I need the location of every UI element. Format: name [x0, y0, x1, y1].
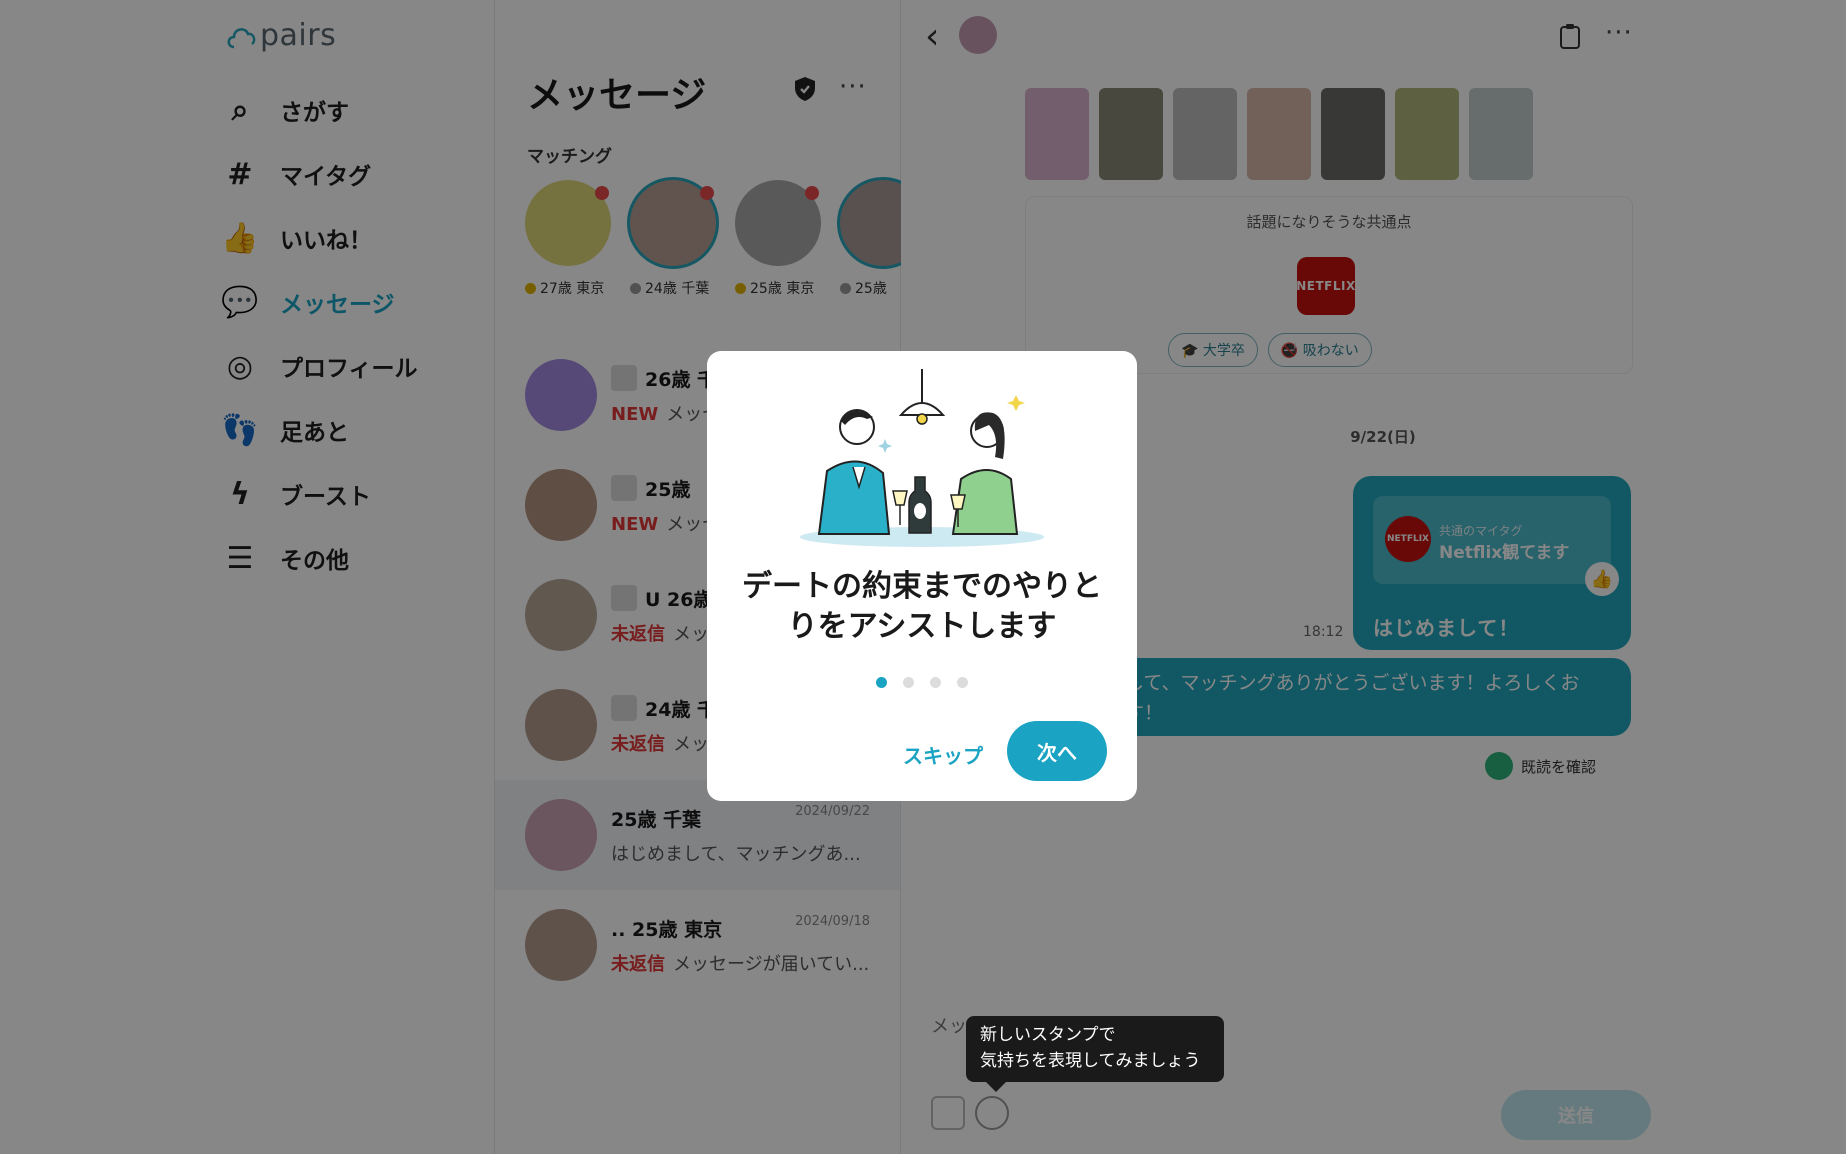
- app-root: pairs ⌕ さがす # マイタグ 👍 いいね！ 💬 メッセージ ◎ プロフィール 👣 足あと ϟ ブー…: [0, 0, 1846, 1154]
- pagination-dot[interactable]: [957, 677, 968, 688]
- tooltip-line-2: 気持ちを表現してみましょう: [980, 1051, 1201, 1071]
- tooltip-line-1: 新しいスタンプで: [980, 1025, 1116, 1045]
- pagination-dot[interactable]: [876, 677, 887, 688]
- date-illustration: [800, 369, 1044, 547]
- modal-title-line-1: デートの約束までのやりと: [742, 569, 1102, 604]
- pagination-dot[interactable]: [903, 677, 914, 688]
- onboarding-modal: デートの約束までのやりと りをアシストします スキップ 次へ: [707, 351, 1137, 801]
- modal-title-line-2: りをアシストします: [787, 609, 1057, 644]
- tooltip-arrow: [986, 1082, 1006, 1092]
- pagination-dots: [707, 677, 1137, 688]
- next-button[interactable]: 次へ: [1007, 721, 1107, 781]
- skip-button[interactable]: スキップ: [897, 739, 989, 770]
- modal-title: デートの約束までのやりと りをアシストします: [727, 567, 1117, 647]
- pagination-dot[interactable]: [930, 677, 941, 688]
- stamp-tooltip: 新しいスタンプで 気持ちを表現してみましょう: [966, 1016, 1224, 1092]
